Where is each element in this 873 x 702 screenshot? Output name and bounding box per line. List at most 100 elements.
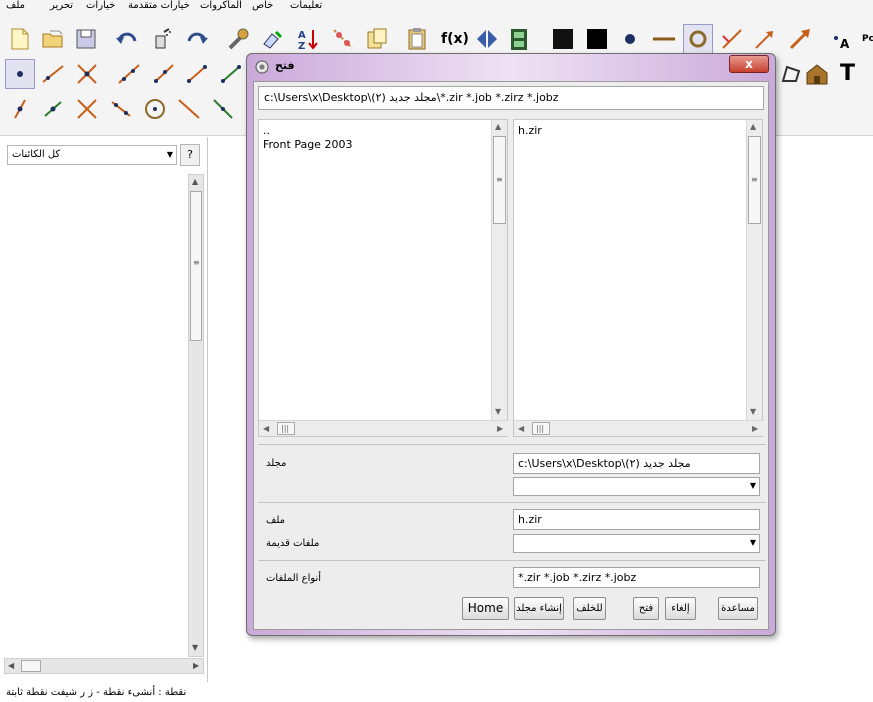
folder-input[interactable]: c:\Users\x\Desktop\مجلد جديد (٢) bbox=[513, 453, 760, 474]
scroll-up-icon[interactable]: ▲ bbox=[495, 122, 501, 132]
directory-vertical-scrollbar[interactable]: ▲ ≡ ▼ bbox=[491, 120, 507, 420]
file-item[interactable]: h.zir bbox=[518, 124, 542, 138]
new-file-icon[interactable] bbox=[5, 24, 35, 54]
file-types-section: أنواع الملفات *.zir *.job *.zirz *.jobz bbox=[258, 560, 766, 592]
directory-horizontal-scrollbar[interactable]: ◀ ||| ▶ bbox=[259, 420, 509, 436]
menu-advanced-options[interactable]: خيارات متقدمة bbox=[128, 0, 190, 12]
scroll-left-icon[interactable]: ◀ bbox=[263, 424, 269, 434]
dialog-app-icon bbox=[255, 60, 269, 74]
directory-item[interactable]: .. bbox=[263, 124, 270, 138]
menu-file[interactable]: ملف bbox=[6, 0, 25, 12]
intersection-tool-icon[interactable] bbox=[72, 59, 102, 89]
clipboard-icon[interactable] bbox=[402, 24, 432, 54]
text-tool[interactable]: T bbox=[840, 59, 855, 89]
line-style-icon[interactable] bbox=[649, 24, 679, 54]
svg-text:A: A bbox=[840, 37, 850, 51]
directory-list[interactable]: .. Front Page 2003 ▲ ≡ ▼ ◀ ||| ▶ bbox=[258, 119, 509, 437]
help-button[interactable]: ? bbox=[180, 144, 200, 166]
scroll-thumb[interactable]: ≡ bbox=[748, 136, 761, 224]
segment-tool-icon[interactable] bbox=[38, 59, 68, 89]
open-button[interactable]: فتح bbox=[633, 597, 659, 620]
scroll-left-icon[interactable]: ◀ bbox=[518, 424, 524, 434]
angle-tool-icon[interactable] bbox=[208, 94, 238, 124]
menu-help[interactable]: تعليمات bbox=[290, 0, 322, 12]
line-tool-icon[interactable] bbox=[114, 59, 144, 89]
directory-item[interactable]: Front Page 2003 bbox=[263, 138, 352, 152]
redo-icon[interactable] bbox=[182, 24, 212, 54]
black-fill-icon[interactable] bbox=[548, 24, 578, 54]
circle-tool-icon[interactable] bbox=[140, 94, 170, 124]
animation-icon[interactable] bbox=[504, 24, 534, 54]
file-name-input[interactable]: h.zir bbox=[513, 509, 760, 530]
scroll-down-icon[interactable]: ▼ bbox=[192, 643, 198, 653]
old-files-dropdown[interactable]: ▼ bbox=[513, 534, 760, 553]
segment2-tool-icon[interactable] bbox=[182, 59, 212, 89]
scroll-thumb[interactable]: ||| bbox=[277, 422, 295, 435]
house-tool-icon[interactable] bbox=[802, 59, 832, 89]
open-folder-icon[interactable] bbox=[38, 24, 68, 54]
ray-icon[interactable] bbox=[750, 24, 780, 54]
macro-icon[interactable] bbox=[362, 24, 392, 54]
close-button[interactable]: x bbox=[729, 55, 769, 73]
chevron-down-icon: ▼ bbox=[166, 150, 173, 159]
objects-filter-value: كل الكائنات bbox=[12, 149, 61, 160]
cancel-button[interactable]: إلغاء bbox=[665, 597, 696, 620]
midpoint-icon[interactable] bbox=[38, 94, 68, 124]
fixed-segment-tool-icon[interactable] bbox=[216, 59, 246, 89]
old-files-label: ملفات قديمة bbox=[266, 538, 320, 549]
undo-icon[interactable] bbox=[112, 24, 142, 54]
move-icon[interactable] bbox=[717, 24, 747, 54]
scroll-right-icon[interactable]: ▶ bbox=[752, 424, 758, 434]
menu-special[interactable]: خاص bbox=[252, 0, 273, 12]
home-button[interactable]: Home bbox=[462, 597, 509, 620]
flip-icon[interactable] bbox=[472, 24, 502, 54]
function-tool[interactable]: f(x) bbox=[441, 24, 469, 54]
folder-dropdown[interactable]: ▼ bbox=[513, 477, 760, 496]
menu-options[interactable]: خيارات bbox=[86, 0, 115, 12]
objects-filter-select[interactable]: كل الكائنات ▼ bbox=[7, 145, 177, 165]
scroll-thumb[interactable] bbox=[21, 660, 41, 672]
scroll-down-icon[interactable]: ▼ bbox=[750, 407, 756, 417]
scroll-thumb[interactable]: ||| bbox=[532, 422, 550, 435]
line-through-icon[interactable] bbox=[174, 94, 204, 124]
scroll-thumb[interactable]: ≡ bbox=[493, 136, 506, 224]
file-list[interactable]: h.zir ▲ ≡ ▼ ◀ ||| ▶ bbox=[513, 119, 764, 437]
point-style-icon[interactable] bbox=[615, 24, 645, 54]
paint-icon[interactable] bbox=[257, 24, 287, 54]
file-horizontal-scrollbar[interactable]: ◀ ||| ▶ bbox=[514, 420, 764, 436]
trace-icon[interactable] bbox=[328, 24, 358, 54]
scroll-down-icon[interactable]: ▼ bbox=[495, 407, 501, 417]
scroll-right-icon[interactable]: ▶ bbox=[497, 424, 503, 434]
point-tool-icon[interactable] bbox=[5, 59, 35, 89]
sort-az-icon[interactable]: AZ bbox=[292, 24, 322, 54]
delete-icon[interactable] bbox=[146, 24, 176, 54]
point-on-line-icon[interactable] bbox=[5, 94, 35, 124]
circle-style-icon[interactable] bbox=[683, 24, 713, 54]
tools-icon[interactable] bbox=[224, 24, 254, 54]
path-input[interactable]: c:\Users\x\Desktop\مجلد جديد (٢)\*.zir *… bbox=[258, 86, 764, 110]
scroll-up-icon[interactable]: ▲ bbox=[192, 177, 198, 187]
objects-vertical-scrollbar[interactable]: ▲ ≡ ▼ bbox=[188, 174, 204, 657]
vector-icon[interactable] bbox=[785, 24, 815, 54]
ray-tool-icon[interactable] bbox=[148, 59, 178, 89]
dialog-title: فتح bbox=[275, 59, 295, 72]
back-button[interactable]: للخلف bbox=[573, 597, 606, 620]
scroll-right-icon[interactable]: ▶ bbox=[193, 661, 199, 671]
square-icon[interactable] bbox=[582, 24, 612, 54]
scroll-thumb[interactable]: ≡ bbox=[190, 191, 202, 341]
new-folder-button[interactable]: إنشاء مجلد bbox=[514, 597, 564, 620]
menu-macros[interactable]: الماكروات bbox=[200, 0, 242, 12]
scroll-left-icon[interactable]: ◀ bbox=[8, 661, 14, 671]
label-icon[interactable]: A bbox=[828, 24, 858, 54]
perpendicular-icon[interactable] bbox=[72, 94, 102, 124]
scroll-up-icon[interactable]: ▲ bbox=[750, 122, 756, 132]
help-button[interactable]: مساعدة bbox=[718, 597, 758, 620]
file-types-input[interactable]: *.zir *.job *.zirz *.jobz bbox=[513, 567, 760, 588]
menu-edit[interactable]: تحرير bbox=[50, 0, 73, 12]
file-vertical-scrollbar[interactable]: ▲ ≡ ▼ bbox=[746, 120, 762, 420]
pc-tool[interactable]: Pc bbox=[862, 24, 873, 54]
parallel-icon[interactable] bbox=[106, 94, 136, 124]
save-icon[interactable] bbox=[71, 24, 101, 54]
grip-icon: ||| bbox=[536, 424, 545, 433]
objects-horizontal-scrollbar[interactable]: ◀ ▶ bbox=[4, 658, 204, 674]
